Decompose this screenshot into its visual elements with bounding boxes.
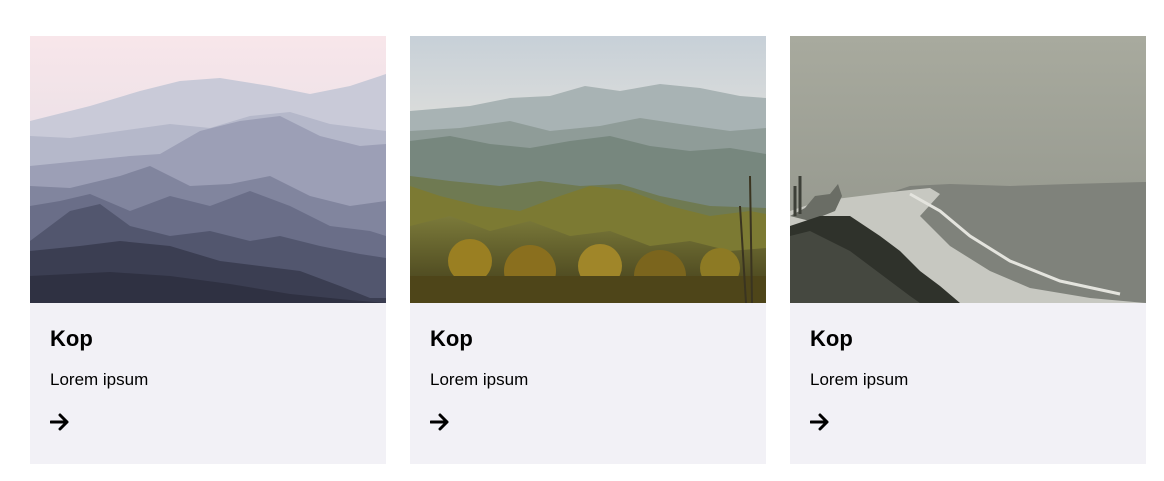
arrow-right-icon[interactable] [809,413,830,436]
card-text: Lorem ipsum [810,370,909,389]
card-image-mountains-autumn [410,36,766,303]
arrow-right-icon[interactable] [429,413,450,436]
arrow-right-icon-glyph [429,413,449,431]
card-image-mountains-misty [30,36,386,303]
card-body: Kop Lorem ipsum [410,303,766,436]
card-body: Kop Lorem ipsum [30,303,386,436]
card-body: Kop Lorem ipsum [790,303,1146,436]
card-1[interactable]: Kop Lorem ipsum [30,36,386,464]
arrow-right-icon-glyph [809,413,829,431]
card-image-foggy-beach [790,36,1146,303]
card-3[interactable]: Kop Lorem ipsum [790,36,1146,464]
card-text: Lorem ipsum [430,370,529,389]
card-text: Lorem ipsum [50,370,149,389]
arrow-right-icon[interactable] [49,413,70,436]
foggy-beach-coast-image [790,36,1146,303]
mountains-autumn-forest-image [410,36,766,303]
card-title: Kop [430,326,473,351]
card-title: Kop [810,326,853,351]
card-list: Kop Lorem ipsum Kop Lorem ipsum Kop Lore… [30,36,1146,464]
arrow-right-icon-glyph [49,413,69,431]
card-title: Kop [50,326,93,351]
mountains-misty-watercolor-image [30,36,386,303]
card-2[interactable]: Kop Lorem ipsum [410,36,766,464]
